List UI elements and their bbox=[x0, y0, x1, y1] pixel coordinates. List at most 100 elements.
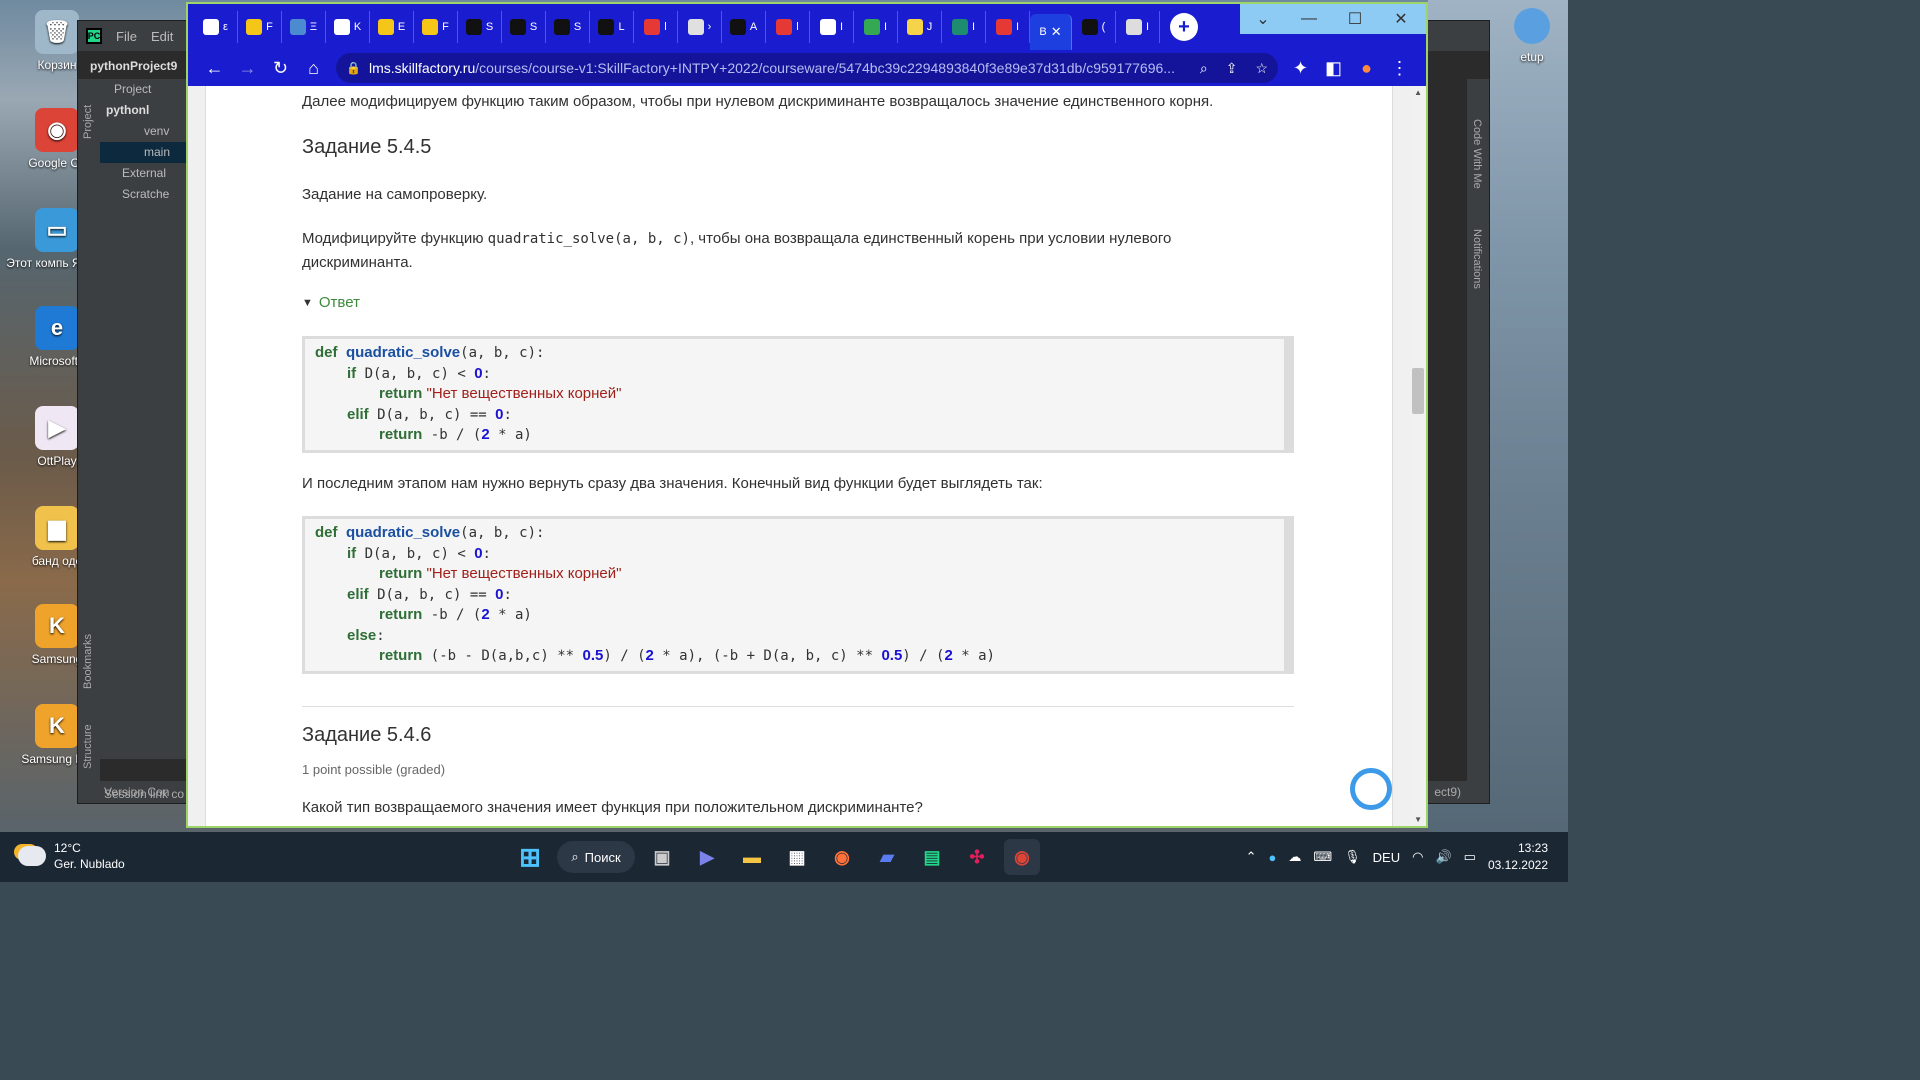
home-icon[interactable]: ⌂ bbox=[297, 53, 330, 83]
code-token: D(a, b, c) < bbox=[356, 365, 475, 382]
bookmark-star-icon[interactable]: ☆ bbox=[1255, 60, 1268, 77]
clock[interactable]: 13:23 03.12.2022 bbox=[1488, 840, 1548, 874]
menu-edit[interactable]: Edit bbox=[151, 29, 173, 44]
start-icon[interactable]: ⊞ bbox=[512, 839, 548, 875]
volume-icon[interactable]: 🔊 bbox=[1435, 849, 1451, 865]
code-token: 2 bbox=[645, 647, 654, 664]
reload-icon[interactable]: ↻ bbox=[264, 53, 297, 83]
weather-widget[interactable]: 12°C Ger. Nublado bbox=[18, 840, 125, 872]
answer-toggle[interactable]: ▼ Ответ bbox=[302, 294, 360, 311]
side-tab-project[interactable]: Project bbox=[82, 105, 94, 139]
page-scrollbar[interactable]: ▲ ▼ bbox=[1410, 86, 1426, 826]
scroll-up-icon[interactable]: ▲ bbox=[1414, 88, 1422, 97]
onedrive-icon[interactable]: ☁ bbox=[1288, 849, 1301, 865]
share-icon[interactable]: ⇪ bbox=[1226, 60, 1238, 77]
browser-tab[interactable]: l bbox=[634, 11, 678, 43]
code-token: quadratic_solve bbox=[345, 344, 461, 361]
address-bar[interactable]: 🔒 lms.skillfactory.ru/courses/course-v1:… bbox=[336, 53, 1278, 83]
tree-header[interactable]: Project bbox=[100, 79, 190, 100]
tree-item-root[interactable]: pythonl bbox=[100, 100, 190, 121]
browser-tab[interactable]: S bbox=[502, 11, 546, 43]
teams-chat-icon[interactable]: ▶ bbox=[689, 839, 725, 875]
browser-tab[interactable]: I bbox=[810, 11, 854, 43]
code-token: return bbox=[379, 565, 423, 582]
browser-tab[interactable]: F bbox=[414, 11, 458, 43]
chrome-window[interactable]: ε F Ξ K E F S S S Ll › Al I I J I I B ✕ (I + ⌄ — ☐ ✕ ← →… bbox=[186, 2, 1428, 828]
minimize-button[interactable]: — bbox=[1286, 4, 1332, 34]
browser-tab[interactable]: l bbox=[766, 11, 810, 43]
code-token: 0 bbox=[474, 364, 483, 382]
maximize-button[interactable]: ☐ bbox=[1332, 4, 1378, 34]
browser-tab[interactable]: L bbox=[590, 11, 634, 43]
extensions-icon[interactable]: ✦ bbox=[1284, 53, 1317, 83]
browser-tab[interactable]: I bbox=[986, 11, 1030, 43]
new-tab-button[interactable]: + bbox=[1170, 13, 1198, 41]
browser-tab[interactable]: K bbox=[326, 11, 370, 43]
close-icon[interactable]: ✕ bbox=[1051, 24, 1062, 40]
tab-search-icon[interactable]: ⌄ bbox=[1240, 4, 1286, 34]
side-tab-code-with-me[interactable]: Code With Me bbox=[1471, 119, 1483, 189]
side-tab-bookmarks[interactable]: Bookmarks bbox=[82, 634, 94, 689]
pycharm-logo-icon: PC bbox=[86, 28, 102, 44]
keyboard-icon[interactable]: ⌨ bbox=[1313, 849, 1332, 865]
scroll-down-icon[interactable]: ▼ bbox=[1414, 815, 1422, 824]
file-explorer-icon[interactable]: ▬ bbox=[734, 839, 770, 875]
browser-tab[interactable]: ε bbox=[194, 11, 238, 43]
browser-tab[interactable]: I bbox=[1116, 11, 1160, 43]
back-icon[interactable]: ← bbox=[198, 53, 231, 83]
search-label: Поиск bbox=[584, 849, 621, 865]
firefox-icon[interactable]: ◉ bbox=[824, 839, 860, 875]
search-button[interactable]: ⌕ Поиск bbox=[557, 841, 635, 873]
chevron-up-icon[interactable]: ⌃ bbox=[1246, 849, 1257, 865]
chrome-taskbar-icon[interactable]: ◉ bbox=[1004, 839, 1040, 875]
tab-title: I bbox=[839, 21, 844, 33]
pycharm-taskbar-icon[interactable]: ▤ bbox=[914, 839, 950, 875]
wifi-icon[interactable]: ◠ bbox=[1412, 849, 1423, 865]
side-tab-notifications[interactable]: Notifications bbox=[1471, 229, 1483, 289]
browser-tab[interactable]: S bbox=[546, 11, 590, 43]
menu-file[interactable]: File bbox=[116, 29, 137, 44]
browser-tab[interactable]: I bbox=[854, 11, 898, 43]
tab-favicon-icon bbox=[289, 19, 306, 35]
side-panel-icon[interactable]: ◧ bbox=[1317, 53, 1350, 83]
code-token: : bbox=[503, 406, 512, 423]
tree-item-main[interactable]: main bbox=[100, 142, 190, 163]
browser-tab[interactable]: J bbox=[898, 11, 942, 43]
microphone-icon[interactable]: 🎙 bbox=[1344, 849, 1361, 865]
profile-avatar-icon[interactable]: ● bbox=[1350, 53, 1383, 83]
browser-tab[interactable]: ( bbox=[1072, 11, 1116, 43]
tab-list-after: (I bbox=[1072, 11, 1160, 43]
battery-icon[interactable]: ▭ bbox=[1464, 849, 1476, 865]
browser-tab[interactable]: I bbox=[942, 11, 986, 43]
session-link-tab[interactable]: Session link co bbox=[104, 787, 184, 801]
browser-tab[interactable]: › bbox=[678, 11, 722, 43]
task-view-icon[interactable]: ▣ bbox=[644, 839, 680, 875]
side-tab-structure[interactable]: Structure bbox=[82, 724, 94, 769]
tree-item-venv[interactable]: venv bbox=[100, 121, 190, 142]
tab-active[interactable]: B ✕ bbox=[1030, 14, 1072, 50]
tree-item-external[interactable]: External bbox=[100, 163, 190, 184]
tab-title: S bbox=[529, 21, 538, 33]
language-indicator[interactable]: DEU bbox=[1373, 850, 1400, 865]
tab-title: Ξ bbox=[309, 21, 318, 33]
store-icon[interactable]: ▦ bbox=[779, 839, 815, 875]
browser-tab[interactable]: E bbox=[370, 11, 414, 43]
scroll-thumb[interactable] bbox=[1412, 368, 1424, 414]
edge-tray-icon[interactable]: ● bbox=[1269, 850, 1277, 865]
menu-kebab-icon[interactable]: ⋮ bbox=[1383, 53, 1416, 83]
vscode-like-icon[interactable]: ▰ bbox=[869, 839, 905, 875]
zoom-icon[interactable]: ⌕ bbox=[1200, 60, 1208, 77]
code-token: ) / ( bbox=[603, 648, 646, 664]
browser-tab[interactable]: Ξ bbox=[282, 11, 326, 43]
forward-icon[interactable]: → bbox=[231, 53, 264, 83]
close-window-button[interactable]: ✕ bbox=[1378, 4, 1424, 34]
browser-tab[interactable]: F bbox=[238, 11, 282, 43]
browser-tab[interactable]: S bbox=[458, 11, 502, 43]
tab-title: F bbox=[266, 21, 273, 33]
chat-icon[interactable] bbox=[1350, 768, 1392, 810]
slack-icon[interactable]: ✣ bbox=[959, 839, 995, 875]
tree-item-scratches[interactable]: Scratche bbox=[100, 184, 190, 205]
code-token: -b / ( bbox=[422, 607, 482, 623]
browser-tab[interactable]: A bbox=[722, 11, 766, 43]
desktop-icon-setup[interactable]: etup bbox=[1514, 8, 1550, 64]
